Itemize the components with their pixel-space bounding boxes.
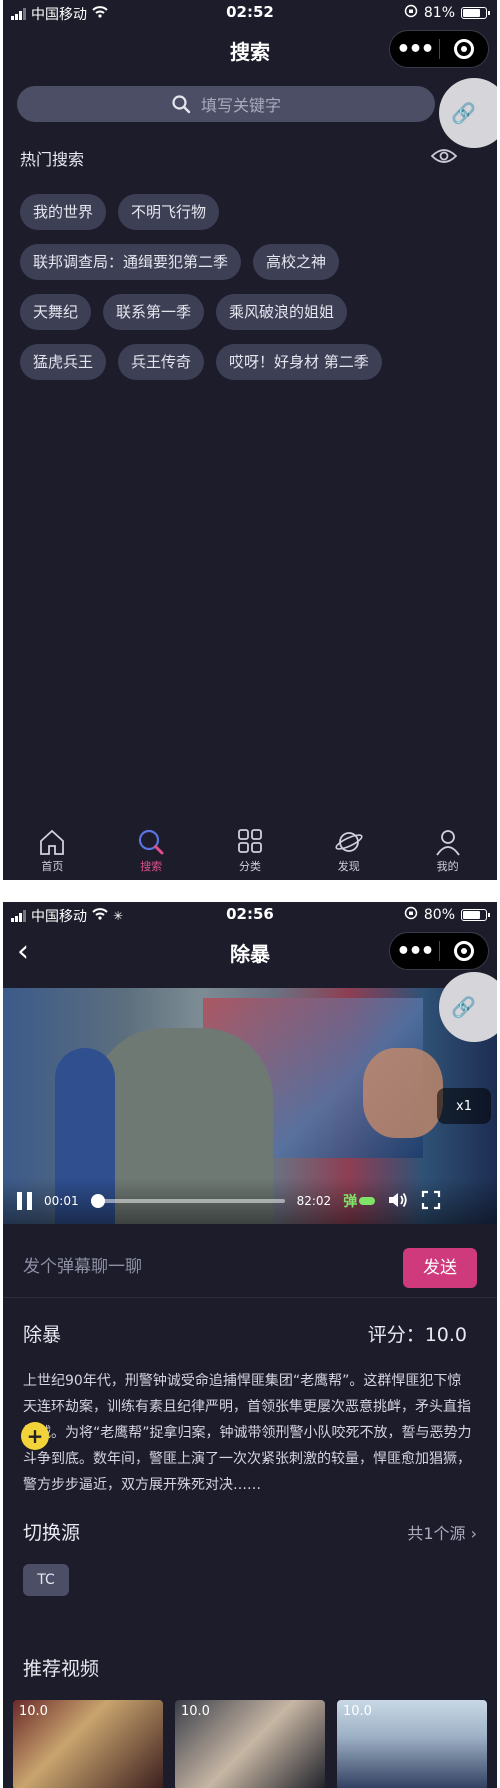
more-button[interactable]: ••• [390, 37, 439, 62]
hot-tag[interactable]: 猛虎兵王 [20, 344, 107, 380]
status-bar: 中国移动 ✳ 02:56 80% [3, 902, 497, 928]
battery-icon [461, 909, 490, 921]
tab-home[interactable]: 首页 [3, 822, 102, 880]
close-circle-icon [453, 39, 474, 59]
source-count: 共1个源 › [407, 1520, 477, 1544]
tab-label: 发现 [337, 860, 360, 873]
search-icon [139, 829, 164, 855]
video-info-header: 除暴 评分：10.0 [23, 1320, 467, 1347]
danmu-toggle-label: 弹 [343, 1194, 358, 1210]
search-placeholder: 填写关键字 [200, 96, 281, 115]
eye-icon[interactable] [430, 148, 458, 168]
tab-label: 我的 [436, 860, 459, 873]
recommend-thumbnail[interactable]: 10.0 [337, 1700, 487, 1788]
pause-icon[interactable] [17, 1192, 32, 1210]
current-time: 00:01 [44, 1194, 79, 1208]
thumbnail-score: 10.0 [19, 1704, 48, 1719]
battery-icon [461, 7, 490, 19]
tab-label: 搜索 [140, 860, 163, 873]
toggle-switch-icon [359, 1197, 376, 1205]
home-icon [40, 829, 65, 855]
tab-profile[interactable]: 我的 [398, 822, 497, 880]
hot-tag[interactable]: 联系第一季 [103, 294, 205, 330]
thumbnail-score: 10.0 [343, 1704, 372, 1719]
video-detail-screen: 中国移动 ✳ 02:56 80% ‹ 除暴 ••• x1 00:01 82:02… [3, 902, 497, 1788]
playback-speed-button[interactable]: x1 [437, 1088, 491, 1124]
hot-tag[interactable]: 天舞纪 [20, 294, 92, 330]
player-controls: 00:01 82:02 弹 [3, 1178, 497, 1224]
tab-search[interactable]: 搜索 [102, 822, 201, 880]
hot-tag[interactable]: 联邦调查局：通缉要犯第二季 [20, 244, 242, 280]
category-icon [238, 829, 262, 853]
close-miniprogram-button[interactable] [440, 941, 488, 961]
recommend-list: 10.0 10.0 10.0 [13, 1700, 491, 1788]
tab-discover[interactable]: 发现 [299, 822, 398, 880]
recommend-thumbnail[interactable]: 10.0 [13, 1700, 163, 1788]
video-player[interactable]: x1 00:01 82:02 弹 [3, 988, 497, 1224]
hot-search-tags: 我的世界 不明飞行物 联邦调查局：通缉要犯第二季 高校之神 天舞纪 联系第一季 乘风破浪… [20, 194, 480, 394]
video-rating: 评分：10.0 [367, 1324, 467, 1346]
video-title: 除暴 [23, 1324, 62, 1346]
floating-add-button[interactable]: + [21, 1422, 49, 1450]
source-tag[interactable]: TC [23, 1564, 69, 1596]
fullscreen-icon[interactable] [421, 1190, 441, 1213]
link-icon: 🔗 [451, 101, 476, 125]
link-icon: 🔗 [451, 995, 476, 1019]
send-button[interactable]: 发送 [403, 1248, 477, 1288]
battery-percent: 80% [423, 907, 455, 923]
hot-tag[interactable]: 兵王传奇 [118, 344, 205, 380]
profile-icon [435, 830, 460, 856]
source-switch-header[interactable]: 切换源 共1个源 › [23, 1518, 477, 1545]
progress-knob[interactable] [90, 1194, 105, 1208]
miniprogram-capsule: ••• [389, 932, 489, 970]
video-frame-face [363, 1048, 443, 1138]
hot-tag[interactable]: 不明飞行物 [118, 194, 220, 230]
danmu-toggle[interactable]: 弹 [343, 1191, 376, 1211]
duration: 82:02 [296, 1194, 332, 1208]
search-screen: 中国移动 02:52 81% 搜索 ••• 填写关键字 🔗 热门搜索 我的世界 … [3, 0, 497, 880]
orientation-lock-icon [404, 906, 418, 924]
more-button[interactable]: ••• [390, 939, 439, 964]
search-input[interactable]: 填写关键字 [17, 86, 435, 122]
danmu-input[interactable]: 发个弹幕聊一聊 [23, 1252, 142, 1277]
source-title: 切换源 [23, 1522, 81, 1544]
tab-bar: 首页 搜索 分类 发现 我的 [3, 822, 497, 880]
danmu-bar: 发个弹幕聊一聊 发送 [3, 1236, 497, 1298]
orientation-lock-icon [404, 4, 418, 22]
hot-tag[interactable]: 高校之神 [253, 244, 340, 280]
hot-search-title: 热门搜索 [20, 150, 85, 169]
thumbnail-score: 10.0 [181, 1704, 210, 1719]
volume-icon[interactable] [387, 1191, 409, 1212]
recommend-title: 推荐视频 [23, 1658, 100, 1680]
close-miniprogram-button[interactable] [440, 39, 488, 59]
status-bar: 中国移动 02:52 81% [3, 0, 497, 26]
video-description: 上世纪90年代，刑警钟诚受命追捕悍匪集团“老鹰帮”。这群悍匪犯下惊天连环劫案，训… [23, 1373, 472, 1493]
search-icon [172, 95, 191, 114]
close-circle-icon [453, 941, 474, 961]
hot-search-header: 热门搜索 [20, 146, 458, 170]
tab-label: 分类 [238, 860, 261, 873]
nav-bar: ‹ 除暴 ••• [3, 930, 497, 974]
floating-link-button[interactable]: 🔗 [439, 78, 497, 148]
source-count-label: 共1个源 [407, 1523, 466, 1543]
hot-tag[interactable]: 我的世界 [20, 194, 107, 230]
progress-bar[interactable] [90, 1194, 285, 1208]
tab-category[interactable]: 分类 [201, 822, 300, 880]
battery-percent: 81% [423, 5, 455, 21]
hot-tag[interactable]: 乘风破浪的姐姐 [216, 294, 348, 330]
discover-icon [335, 832, 363, 852]
nav-bar: 搜索 ••• [3, 28, 497, 72]
chevron-right-icon: › [470, 1523, 477, 1543]
tab-label: 首页 [41, 860, 64, 873]
recommend-thumbnail[interactable]: 10.0 [175, 1700, 325, 1788]
miniprogram-capsule: ••• [389, 30, 489, 68]
hot-tag[interactable]: 哎呀！好身材 第二季 [216, 344, 382, 380]
